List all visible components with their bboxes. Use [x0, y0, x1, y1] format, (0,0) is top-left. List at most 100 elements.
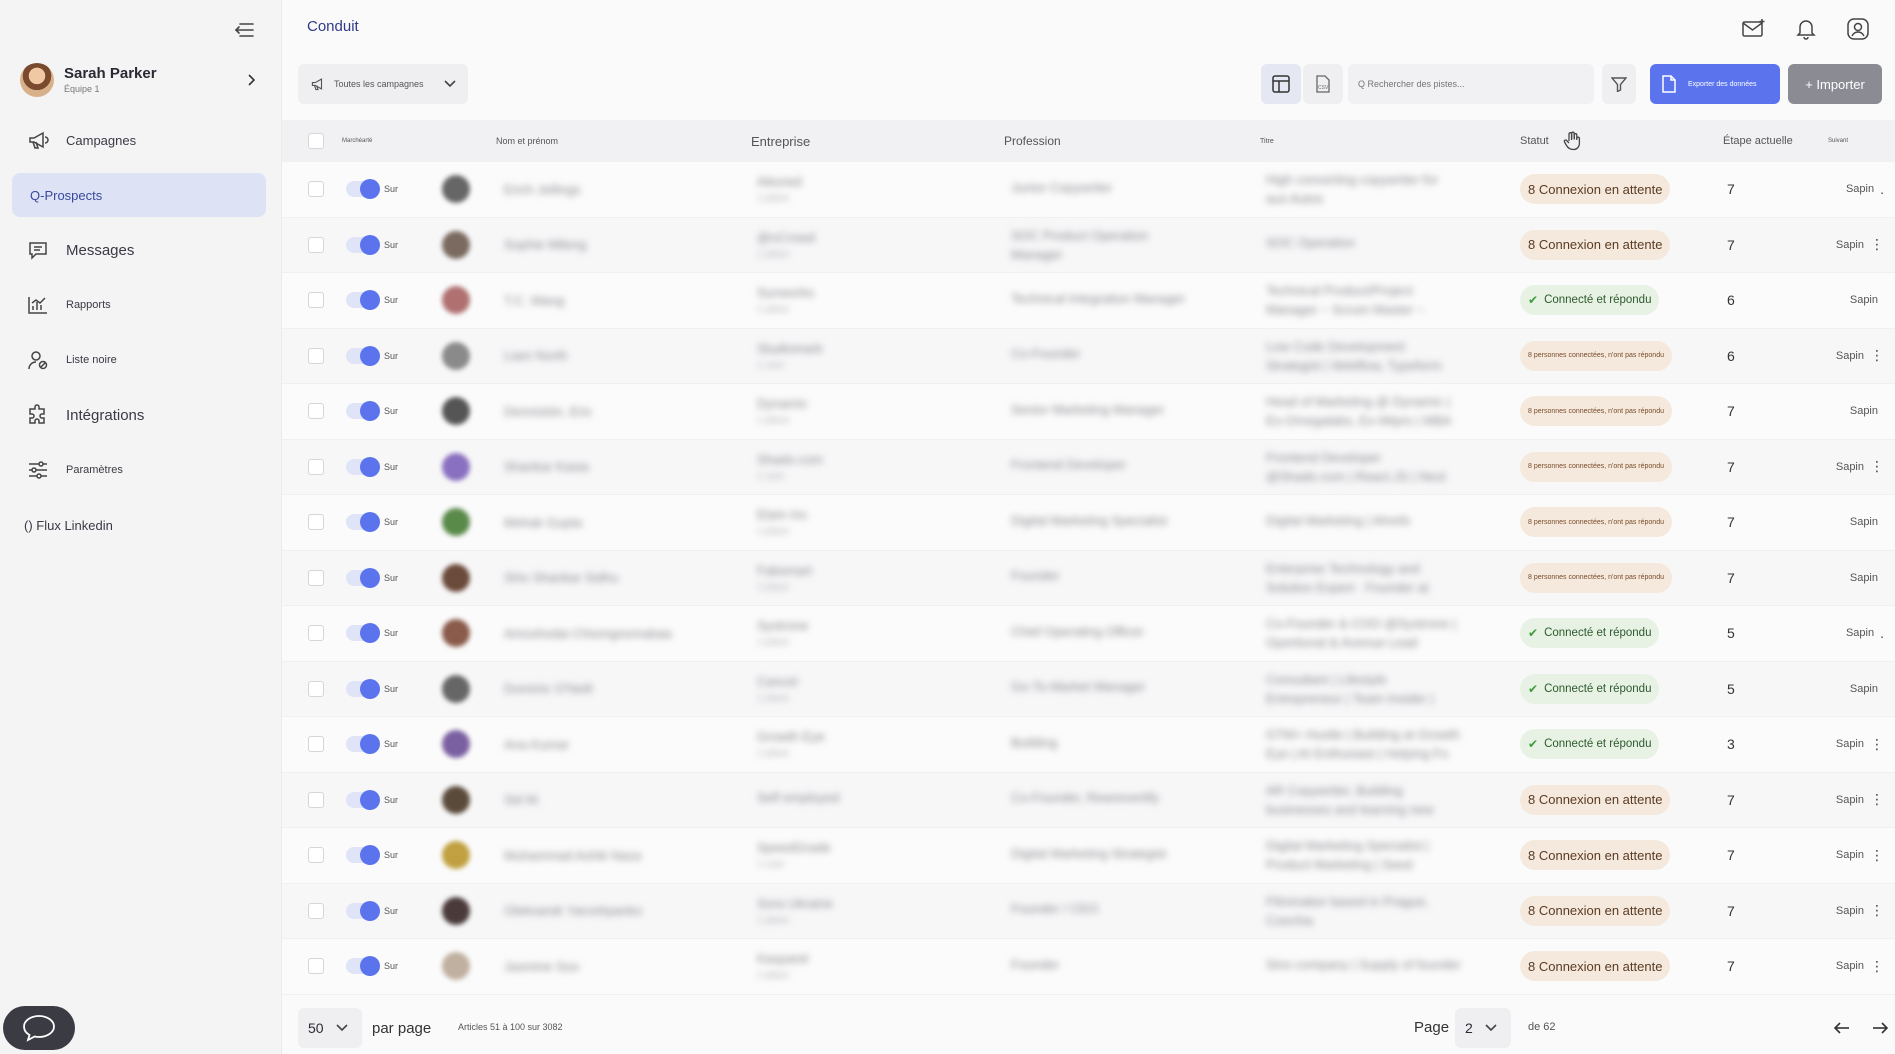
- table-row[interactable]: Sur Sid M. Self employed Co-Founder, Rewrev…: [282, 772, 1895, 828]
- table-row[interactable]: Sur Liam North Studiomark 1 user Co-Founder L…: [282, 328, 1895, 384]
- row-menu-button[interactable]: ⋮: [1870, 347, 1884, 364]
- page-select[interactable]: 2: [1455, 1008, 1511, 1048]
- collapse-sidebar-button[interactable]: [230, 16, 258, 44]
- filter-button[interactable]: [1602, 64, 1636, 104]
- row-toggle[interactable]: [346, 623, 380, 644]
- row-checkbox[interactable]: [308, 847, 324, 864]
- lead-name[interactable]: Shankar Kasia: [504, 459, 589, 474]
- search-input[interactable]: [1348, 64, 1594, 104]
- table-row[interactable]: Sur Erich Jellings Attuned 1 place Junior Co…: [282, 162, 1895, 218]
- sidebar-item-messages[interactable]: Messages: [12, 228, 266, 272]
- row-toggle[interactable]: [346, 567, 380, 588]
- row-toggle[interactable]: [346, 845, 380, 866]
- sidebar-item-linkedin-feed[interactable]: () Flux Linkedin: [12, 503, 266, 547]
- column-header-profession[interactable]: Profession: [1004, 120, 1061, 162]
- select-all-checkbox[interactable]: [308, 133, 324, 149]
- table-row[interactable]: Sur Jasmine Soo Kasparel 1 place Founder Sino…: [282, 939, 1895, 995]
- row-menu-button[interactable]: ⋮: [1870, 847, 1884, 864]
- lead-name[interactable]: Dennistón, Eric: [504, 404, 592, 419]
- lead-name[interactable]: Oleksandr Yaroshpanko: [504, 903, 642, 918]
- row-checkbox[interactable]: [308, 680, 324, 697]
- row-menu-button[interactable]: ⋮: [1870, 791, 1884, 808]
- next-page-button[interactable]: [1866, 1014, 1894, 1042]
- column-header-name[interactable]: Nom et prénom: [496, 120, 558, 162]
- row-toggle[interactable]: [346, 456, 380, 477]
- csv-view-button[interactable]: CSV: [1303, 64, 1343, 104]
- column-header-title[interactable]: Titre: [1260, 120, 1274, 162]
- row-checkbox[interactable]: [308, 236, 324, 253]
- lead-name[interactable]: Muhammad Ashik Naza: [504, 848, 641, 863]
- row-menu-button[interactable]: ⋮: [1870, 458, 1884, 475]
- column-header-marketing[interactable]: Marchéarté: [342, 120, 372, 162]
- lead-name[interactable]: Mehak Gupta: [504, 515, 582, 530]
- lead-name[interactable]: Shiv Shankar Sidhu: [504, 570, 618, 585]
- row-checkbox[interactable]: [308, 347, 324, 364]
- row-toggle[interactable]: [346, 789, 380, 810]
- row-checkbox[interactable]: [308, 736, 324, 753]
- row-menu-button[interactable]: ⋮: [1870, 958, 1884, 975]
- sidebar-item-settings[interactable]: Paramètres: [12, 448, 266, 492]
- row-checkbox[interactable]: [308, 569, 324, 586]
- row-menu-button[interactable]: ⋮: [1870, 236, 1884, 253]
- row-toggle[interactable]: [346, 734, 380, 755]
- lead-name[interactable]: Erich Jellings: [504, 182, 581, 197]
- row-menu-button[interactable]: .: [1880, 181, 1884, 197]
- lead-name[interactable]: Sophie Mileng: [504, 237, 586, 252]
- table-row[interactable]: Sur Ana Kumar Growth Eye 1 place Building GTM…: [282, 717, 1895, 773]
- column-header-stage[interactable]: Étape actuelle: [1723, 120, 1793, 162]
- row-toggle[interactable]: [346, 678, 380, 699]
- table-row[interactable]: Sur Shiv Shankar Sidhu Fabsmart 1 place Foun…: [282, 550, 1895, 606]
- row-toggle[interactable]: [346, 179, 380, 200]
- lead-name[interactable]: Liam North: [504, 348, 568, 363]
- column-header-company[interactable]: Entreprise: [751, 120, 810, 162]
- row-toggle[interactable]: [346, 345, 380, 366]
- sidebar-item-blacklist[interactable]: Liste noire: [12, 338, 266, 382]
- column-header-follow[interactable]: Suivant: [1828, 120, 1848, 162]
- row-checkbox[interactable]: [308, 791, 324, 808]
- row-checkbox[interactable]: [308, 514, 324, 531]
- table-row[interactable]: Sur Muhammad Ashik Naza SpeedGrade 1 user Di…: [282, 828, 1895, 884]
- row-menu-button[interactable]: ⋮: [1870, 736, 1884, 753]
- lead-name[interactable]: Dominic O'Neill: [504, 681, 592, 696]
- column-header-status[interactable]: Statut: [1520, 120, 1581, 162]
- table-row[interactable]: Sur T.C. Wang Sunworks 1 place Technical Int…: [282, 273, 1895, 329]
- sidebar-item-q-prospects[interactable]: Q-Prospects: [12, 173, 266, 217]
- mail-button[interactable]: [1739, 14, 1769, 44]
- table-row[interactable]: Sur Dominic O'Neill Cancel 1 place Go-To-Mar…: [282, 661, 1895, 717]
- campaign-select[interactable]: Toutes les campagnes: [298, 64, 468, 104]
- row-checkbox[interactable]: [308, 458, 324, 475]
- chat-support-button[interactable]: [3, 1006, 75, 1050]
- row-toggle[interactable]: [346, 290, 380, 311]
- row-menu-button[interactable]: .: [1880, 625, 1884, 641]
- table-row[interactable]: Sur Oleksandr Yaroshpanko Sora Ukraine 1 pl…: [282, 883, 1895, 939]
- export-data-button[interactable]: Exporter des données: [1650, 64, 1780, 104]
- row-checkbox[interactable]: [308, 625, 324, 642]
- table-row[interactable]: Sur Dennistón, Eric Dynamic 1 place Senior M…: [282, 384, 1895, 440]
- row-menu-button[interactable]: ⋮: [1870, 902, 1884, 919]
- row-checkbox[interactable]: [308, 292, 324, 309]
- row-checkbox[interactable]: [308, 958, 324, 975]
- row-checkbox[interactable]: [308, 181, 324, 198]
- import-button[interactable]: + Importer: [1788, 64, 1882, 104]
- lead-name[interactable]: T.C. Wang: [504, 293, 564, 308]
- user-profile[interactable]: Sarah Parker Équipe 1: [20, 62, 260, 98]
- row-checkbox[interactable]: [308, 403, 324, 420]
- lead-name[interactable]: Sid M.: [504, 792, 541, 807]
- sidebar-item-integrations[interactable]: Intégrations: [12, 393, 266, 437]
- sidebar-item-campaigns[interactable]: Campagnes: [12, 118, 266, 162]
- row-checkbox[interactable]: [308, 902, 324, 919]
- prev-page-button[interactable]: [1828, 1014, 1856, 1042]
- lead-name[interactable]: Amoshodai Chiomgnomabaa: [504, 626, 672, 641]
- lead-name[interactable]: Ana Kumar: [504, 737, 569, 752]
- table-row[interactable]: Sur Amoshodai Chiomgnomabaa Systrone 1 plac…: [282, 606, 1895, 662]
- account-button[interactable]: [1843, 14, 1873, 44]
- per-page-select[interactable]: 50: [298, 1008, 362, 1048]
- row-toggle[interactable]: [346, 512, 380, 533]
- lead-name[interactable]: Jasmine Soo: [504, 959, 579, 974]
- table-row[interactable]: Sur Mehak Gupta Elam Inc 1 place Digital Mar…: [282, 495, 1895, 551]
- row-toggle[interactable]: [346, 956, 380, 977]
- table-row[interactable]: Sur Shankar Kasia Shado.com 1 user Frontend …: [282, 439, 1895, 495]
- table-row[interactable]: Sur Sophie Mileng @nCrowd 1 place SOC Produc…: [282, 217, 1895, 273]
- row-toggle[interactable]: [346, 234, 380, 255]
- sidebar-item-reports[interactable]: Rapports: [12, 283, 266, 327]
